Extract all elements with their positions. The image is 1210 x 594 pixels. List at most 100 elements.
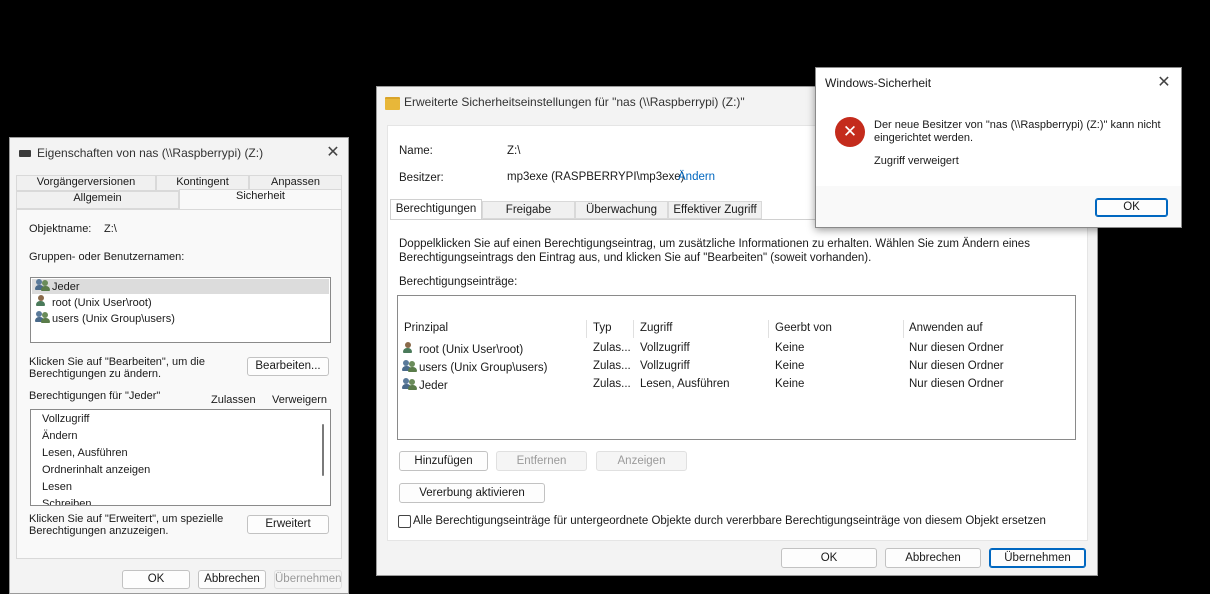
permission-row: Ändern	[42, 430, 78, 442]
row-principal: root (Unix User\root)	[419, 344, 524, 356]
list-item-label: users (Unix Group\users)	[52, 313, 175, 325]
add-button[interactable]: Hinzufügen	[399, 451, 488, 471]
table-row[interactable]: Jeder Zulas... Lesen, Ausführen Keine Nu…	[398, 378, 1075, 396]
permissions-listbox: Vollzugriff Ändern Lesen, Ausführen Ordn…	[30, 409, 331, 506]
properties-cancel-button[interactable]: Abbrechen	[198, 570, 266, 589]
error-ok-button[interactable]: OK	[1095, 198, 1168, 217]
row-applies: Nur diesen Ordner	[909, 360, 1004, 372]
groups-listbox[interactable]: Jeder root (Unix User\root) users (Unix …	[30, 277, 331, 343]
close-icon[interactable]: ✕	[322, 142, 344, 164]
advanced-cancel-button[interactable]: Abbrechen	[885, 548, 981, 568]
tab-label: Allgemein	[73, 192, 122, 204]
row-type: Zulas...	[593, 342, 631, 354]
row-type: Zulas...	[593, 378, 631, 390]
tab-effektiver-zugriff[interactable]: Effektiver Zugriff	[668, 201, 762, 219]
user-icon	[402, 342, 417, 355]
windows-security-title: Windows-Sicherheit	[825, 76, 932, 90]
enable-inheritance-button[interactable]: Vererbung aktivieren	[399, 483, 545, 503]
list-item[interactable]: root (Unix User\root)	[32, 295, 152, 310]
tab-vorgaengerversionen[interactable]: Vorgängerversionen	[16, 175, 156, 191]
advanced-ok-button[interactable]: OK	[781, 548, 877, 568]
properties-apply-button[interactable]: Übernehmen	[274, 570, 342, 589]
permission-row: Ordnerinhalt anzeigen	[42, 464, 151, 476]
error-detail: Zugriff verweigert	[874, 155, 959, 167]
advanced-hint: Klicken Sie auf "Erweitert", um speziell…	[29, 513, 224, 537]
owner-value: mp3exe (RASPBERRYPI\mp3exe)	[507, 171, 685, 183]
group-icon	[402, 378, 417, 391]
row-principal-cell: root (Unix User\root)	[402, 342, 523, 356]
security-tab-panel: Objektname: Z:\ Gruppen- oder Benutzerna…	[16, 209, 342, 559]
column-header-access[interactable]: Zugriff	[640, 322, 672, 334]
tab-label: Vorgängerversionen	[36, 176, 136, 188]
list-item-label: root (Unix User\root)	[52, 297, 152, 309]
remove-button[interactable]: Entfernen	[496, 451, 587, 471]
properties-dialog: Eigenschaften von nas (\\Raspberrypi) (Z…	[9, 137, 349, 594]
name-value: Z:\	[507, 145, 521, 157]
view-button[interactable]: Anzeigen	[596, 451, 687, 471]
permission-row: Vollzugriff	[42, 413, 90, 425]
user-icon	[35, 295, 50, 308]
row-principal: users (Unix Group\users)	[419, 362, 548, 374]
advanced-security-title: Erweiterte Sicherheitseinstellungen für …	[404, 95, 745, 109]
tab-label: Überwachung	[586, 204, 657, 216]
permissions-for-label: Berechtigungen für "Jeder"	[29, 390, 161, 402]
permission-entries-table[interactable]: Prinzipal Typ Zugriff Geerbt von Anwende…	[397, 295, 1076, 440]
row-principal-cell: users (Unix Group\users)	[402, 360, 547, 374]
error-icon: ✕	[835, 117, 865, 147]
group-icon	[402, 360, 417, 373]
deny-column-header: Verweigern	[272, 394, 328, 406]
close-icon[interactable]: ✕	[1153, 72, 1175, 94]
column-header-inherited[interactable]: Geerbt von	[775, 322, 832, 334]
replace-checkbox-label: Alle Berechtigungseinträge für untergeor…	[413, 515, 1046, 527]
drive-icon	[19, 150, 31, 157]
group-icon	[35, 311, 50, 324]
row-principal: Jeder	[419, 380, 448, 392]
advanced-button[interactable]: Erweitert	[247, 515, 329, 534]
row-principal-cell: Jeder	[402, 378, 448, 392]
tab-strip: Vorgängerversionen Kontingent Anpassen A…	[16, 175, 342, 210]
tab-ueberwachung[interactable]: Überwachung	[575, 201, 668, 219]
permission-row: Schreiben	[42, 498, 92, 506]
permission-row: Lesen, Ausführen	[42, 447, 128, 459]
tab-allgemein[interactable]: Allgemein	[16, 191, 179, 209]
edit-button[interactable]: Bearbeiten...	[247, 357, 329, 376]
row-access: Vollzugriff	[640, 360, 690, 372]
advanced-apply-button[interactable]: Übernehmen	[989, 548, 1086, 568]
tab-label: Kontingent	[176, 176, 229, 188]
permission-row: Lesen	[42, 481, 72, 493]
tab-sicherheit[interactable]: Sicherheit	[179, 189, 342, 210]
row-applies: Nur diesen Ordner	[909, 378, 1004, 390]
tab-berechtigungen[interactable]: Berechtigungen	[390, 199, 482, 219]
column-header-type[interactable]: Typ	[593, 322, 612, 334]
row-access: Lesen, Ausführen	[640, 378, 730, 390]
list-item[interactable]: Jeder	[32, 279, 329, 294]
row-inherited: Keine	[775, 360, 805, 372]
column-separator	[903, 320, 904, 338]
edit-hint: Klicken Sie auf "Bearbeiten", um die Ber…	[29, 356, 205, 380]
table-row[interactable]: users (Unix Group\users) Zulas... Vollzu…	[398, 360, 1075, 378]
info-text: Doppelklicken Sie auf einen Berechtigung…	[399, 238, 1030, 264]
change-owner-link[interactable]: Ändern	[678, 171, 715, 183]
tab-label: Sicherheit	[236, 190, 285, 202]
properties-ok-button[interactable]: OK	[122, 570, 190, 589]
column-header-applies[interactable]: Anwenden auf	[909, 322, 983, 334]
properties-title: Eigenschaften von nas (\\Raspberrypi) (Z…	[37, 146, 264, 160]
row-inherited: Keine	[775, 378, 805, 390]
row-applies: Nur diesen Ordner	[909, 342, 1004, 354]
table-header: Prinzipal Typ Zugriff Geerbt von Anwende…	[398, 320, 1075, 338]
group-icon	[35, 279, 50, 292]
list-item[interactable]: users (Unix Group\users)	[32, 311, 175, 326]
replace-checkbox[interactable]	[398, 515, 411, 528]
groups-label: Gruppen- oder Benutzernamen:	[29, 251, 185, 263]
tab-label: Berechtigungen	[395, 203, 477, 215]
table-row[interactable]: root (Unix User\root) Zulas... Vollzugri…	[398, 342, 1075, 360]
scrollbar-thumb[interactable]	[322, 424, 324, 476]
windows-security-titlebar: Windows-Sicherheit ✕	[816, 68, 1181, 98]
row-inherited: Keine	[775, 342, 805, 354]
owner-label: Besitzer:	[399, 172, 444, 184]
properties-titlebar: Eigenschaften von nas (\\Raspberrypi) (Z…	[10, 138, 348, 168]
tab-freigabe[interactable]: Freigabe	[482, 201, 575, 219]
row-access: Vollzugriff	[640, 342, 690, 354]
column-header-principal[interactable]: Prinzipal	[404, 322, 448, 334]
column-separator	[586, 320, 587, 338]
